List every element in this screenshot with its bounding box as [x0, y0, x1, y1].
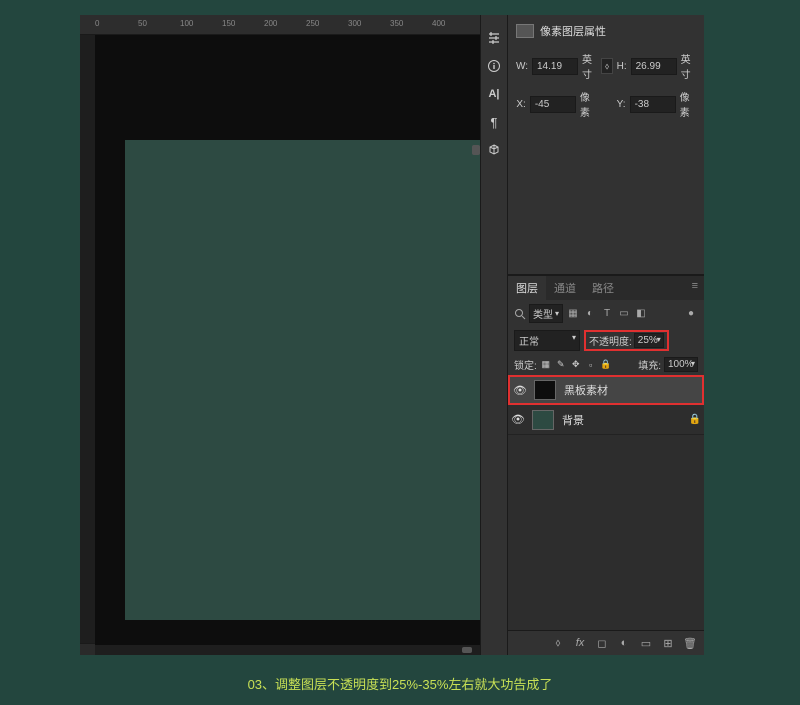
lock-row: 锁定: ▦ ✎ ✥ ▫ 🔒 填充: 100% — [508, 354, 704, 375]
filter-toggle-icon[interactable]: ● — [684, 307, 698, 321]
link-layers-icon[interactable]: ⬨ — [550, 635, 566, 651]
layer-row[interactable]: 👁 背景 🔒 — [508, 405, 704, 435]
canvas-area: 0 50 100 150 200 250 300 350 400 — [80, 15, 480, 655]
height-input[interactable]: 26.99 — [631, 58, 677, 75]
layer-thumbnail[interactable] — [534, 380, 556, 400]
filter-adjust-icon[interactable]: ◐ — [583, 307, 597, 321]
width-input[interactable]: 14.19 — [532, 58, 578, 75]
paragraph-icon[interactable]: ¶ — [482, 109, 506, 135]
layer-thumbnail[interactable] — [532, 410, 554, 430]
fill-label: 填充: — [638, 357, 661, 372]
opacity-label: 不透明度: — [589, 333, 632, 348]
y-input[interactable]: -38 — [630, 96, 676, 113]
filter-smart-icon[interactable]: ◧ — [634, 307, 648, 321]
new-layer-icon[interactable]: ⊞ — [660, 635, 676, 651]
info-icon[interactable] — [482, 53, 506, 79]
group-icon[interactable]: ▭ — [638, 635, 654, 651]
search-icon — [514, 308, 526, 320]
visibility-toggle-icon[interactable]: 👁 — [508, 413, 528, 426]
add-mask-icon[interactable]: ◻ — [594, 635, 610, 651]
character-icon[interactable]: A| — [482, 81, 506, 107]
filter-shape-icon[interactable]: ▭ — [617, 307, 631, 321]
properties-header: 像素图层属性 — [516, 23, 696, 39]
link-wh-icon[interactable]: ⬨ — [601, 58, 612, 74]
lock-paint-icon[interactable]: ✎ — [555, 359, 567, 371]
filter-pixel-icon[interactable]: ▦ — [566, 307, 580, 321]
properties-title: 像素图层属性 — [540, 23, 606, 39]
opacity-input[interactable]: 25% — [634, 333, 664, 348]
lock-position-icon[interactable]: ✥ — [570, 359, 582, 371]
lock-artboard-icon[interactable]: ▫ — [585, 359, 597, 371]
adjustments-icon[interactable] — [482, 25, 506, 51]
tab-paths[interactable]: 路径 — [584, 276, 622, 300]
layer-row-selected[interactable]: 👁 黑板素材 — [508, 375, 704, 405]
filter-type-icon[interactable]: T — [600, 307, 614, 321]
panel-tabs: 图层 通道 路径 ≡ — [508, 276, 704, 300]
x-input[interactable]: -45 — [530, 96, 576, 113]
layer-name[interactable]: 黑板素材 — [560, 382, 702, 398]
ruler-horizontal: 0 50 100 150 200 250 300 350 400 — [80, 15, 480, 35]
delete-layer-icon[interactable]: 🗑 — [682, 635, 698, 651]
tutorial-caption: 03、调整图层不透明度到25%-35%左右就大功告成了 — [0, 674, 800, 693]
layers-toolbar: ⬨ fx ◻ ◐ ▭ ⊞ 🗑 — [508, 630, 704, 655]
canvas-status-corner — [80, 643, 95, 655]
lock-all-icon[interactable]: 🔒 — [600, 359, 612, 371]
visibility-toggle-icon[interactable]: 👁 — [510, 384, 530, 397]
adjustment-layer-icon[interactable]: ◐ — [616, 635, 632, 651]
collapsed-panel-strip: A| ¶ — [480, 15, 508, 655]
layers-panel: 图层 通道 路径 ≡ 类型 ▦ ◐ T ▭ ◧ ● 正常 不透明度: 25% — [508, 275, 704, 655]
lock-transparency-icon[interactable]: ▦ — [540, 359, 552, 371]
blend-mode-select[interactable]: 正常 — [514, 330, 580, 351]
layer-name[interactable]: 背景 — [558, 412, 686, 428]
3d-icon[interactable] — [482, 137, 506, 163]
tab-layers[interactable]: 图层 — [508, 276, 546, 300]
scrollbar-horizontal[interactable] — [462, 647, 472, 653]
layer-filter-row: 类型 ▦ ◐ T ▭ ◧ ● — [508, 300, 704, 327]
pixel-layer-icon — [516, 24, 534, 38]
tab-channels[interactable]: 通道 — [546, 276, 584, 300]
canvas-document[interactable] — [125, 140, 480, 620]
opacity-control-highlight: 不透明度: 25% — [584, 330, 669, 351]
panel-menu-icon[interactable]: ≡ — [686, 276, 704, 300]
right-panels: 像素图层属性 W: 14.19 英寸 ⬨ H: 26.99 英寸 X: -45 … — [508, 15, 704, 655]
lock-icon: 🔒 — [686, 414, 704, 425]
photoshop-window: 0 50 100 150 200 250 300 350 400 A| ¶ — [80, 15, 704, 655]
blend-mode-row: 正常 不透明度: 25% — [508, 327, 704, 354]
properties-panel: 像素图层属性 W: 14.19 英寸 ⬨ H: 26.99 英寸 X: -45 … — [508, 15, 704, 275]
filter-type-select[interactable]: 类型 — [529, 304, 563, 323]
layer-list: 👁 黑板素材 👁 背景 🔒 — [508, 375, 704, 630]
scrollbar-vertical[interactable] — [472, 145, 480, 155]
fill-input[interactable]: 100% — [664, 357, 698, 372]
layer-style-icon[interactable]: fx — [572, 635, 588, 651]
